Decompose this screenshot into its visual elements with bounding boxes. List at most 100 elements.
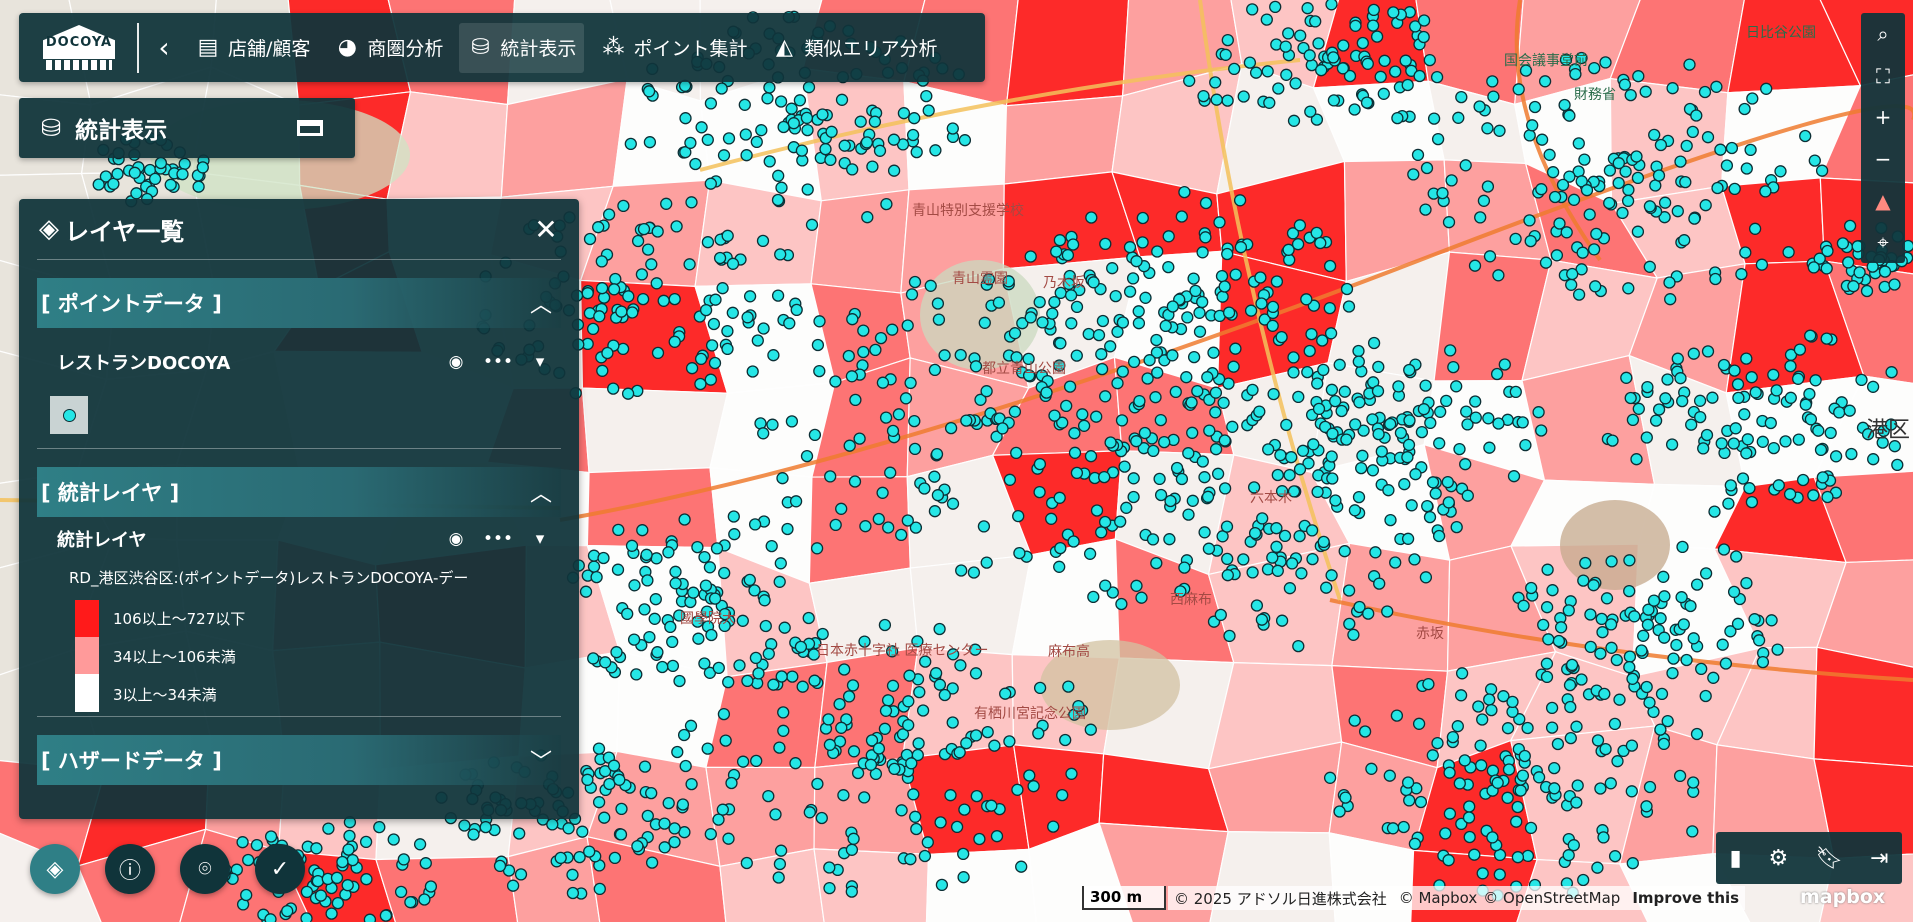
restaurant-point[interactable] [1300,293,1313,306]
restaurant-point[interactable] [1690,727,1704,741]
restaurant-point[interactable] [322,822,335,835]
restaurant-point[interactable] [800,449,814,463]
zoom-in-icon[interactable]: + [1861,96,1905,138]
restaurant-point[interactable] [1311,377,1324,390]
restaurant-point[interactable] [342,843,355,856]
restaurant-point[interactable] [1356,36,1369,50]
restaurant-point[interactable] [359,835,373,849]
restaurant-point[interactable] [607,759,621,772]
restaurant-point[interactable] [1327,94,1341,107]
restaurant-point[interactable] [1588,61,1601,75]
restaurant-point[interactable] [566,868,579,881]
restaurant-point[interactable] [1003,473,1017,486]
restaurant-point[interactable] [749,651,763,665]
restaurant-point[interactable] [1666,666,1679,680]
restaurant-point[interactable] [1674,155,1687,168]
restaurant-point[interactable] [1090,410,1103,423]
restaurant-point[interactable] [1453,777,1466,790]
restaurant-point[interactable] [1045,512,1058,525]
restaurant-point[interactable] [796,680,809,693]
restaurant-point[interactable] [1676,394,1689,408]
restaurant-point[interactable] [1392,380,1405,393]
restaurant-point[interactable] [593,310,606,323]
restaurant-point[interactable] [718,566,731,580]
restaurant-point[interactable] [1373,577,1386,590]
restaurant-point[interactable] [1084,723,1097,736]
restaurant-point[interactable] [343,829,356,843]
restaurant-point[interactable] [1693,394,1707,407]
restaurant-point[interactable] [1649,179,1662,192]
restaurant-point[interactable] [1510,815,1523,828]
restaurant-point[interactable] [331,896,345,910]
restaurant-point[interactable] [1015,860,1028,873]
restaurant-point[interactable] [607,382,620,395]
restaurant-point[interactable] [810,542,824,555]
restaurant-point[interactable] [772,169,785,182]
restaurant-point[interactable] [264,830,278,843]
restaurant-point[interactable] [1353,396,1366,409]
restaurant-point[interactable] [1671,352,1684,365]
restaurant-point[interactable] [1209,76,1222,89]
restaurant-point[interactable] [1158,435,1171,449]
restaurant-point[interactable] [887,133,901,146]
restaurant-point[interactable] [910,145,923,159]
restaurant-point[interactable] [783,317,796,330]
restaurant-point[interactable] [1699,689,1712,703]
restaurant-point[interactable] [1068,427,1081,440]
restaurant-point[interactable] [1237,90,1250,103]
restaurant-point[interactable] [1519,438,1532,452]
restaurant-point[interactable] [1674,372,1687,385]
restaurant-point[interactable] [721,324,734,338]
restaurant-point[interactable] [1641,618,1655,631]
restaurant-point[interactable] [612,523,625,537]
restaurant-point[interactable] [1550,249,1564,262]
restaurant-point[interactable] [1809,374,1822,387]
nav-stats-display[interactable]: ⛁ 統計表示 [459,22,585,73]
restaurant-point[interactable] [1127,490,1140,504]
restaurant-point[interactable] [1752,634,1766,647]
restaurant-point[interactable] [910,822,923,836]
restaurant-point[interactable] [1178,561,1191,574]
restaurant-point[interactable] [754,417,767,430]
restaurant-point[interactable] [1338,545,1351,558]
restaurant-point[interactable] [908,275,922,289]
restaurant-point[interactable] [1782,246,1795,259]
restaurant-point[interactable] [1622,282,1635,295]
restaurant-point[interactable] [773,575,786,588]
restaurant-point[interactable] [1436,186,1449,200]
restaurant-point[interactable] [1453,442,1466,456]
restaurant-point[interactable] [1524,821,1538,835]
restaurant-point[interactable] [1255,297,1268,310]
restaurant-point[interactable] [613,773,626,786]
restaurant-point[interactable] [752,667,765,680]
restaurant-point[interactable] [624,137,637,151]
restaurant-point[interactable] [1036,316,1049,329]
restaurant-point[interactable] [671,745,684,759]
restaurant-point[interactable] [935,878,949,892]
restaurant-point[interactable] [1146,533,1160,546]
restaurant-point[interactable] [771,193,785,207]
restaurant-point[interactable] [1521,721,1534,735]
restaurant-point[interactable] [1339,791,1352,804]
restaurant-point[interactable] [851,766,865,780]
restaurant-point[interactable] [1323,771,1337,784]
restaurant-point[interactable] [1054,337,1067,350]
restaurant-point[interactable] [772,871,785,884]
restaurant-point[interactable] [1591,861,1604,874]
restaurant-point[interactable] [628,579,641,592]
restaurant-point[interactable] [743,290,757,303]
restaurant-point[interactable] [1066,238,1080,251]
restaurant-point[interactable] [1099,579,1112,592]
restaurant-point[interactable] [1325,0,1338,11]
restaurant-point[interactable] [1715,437,1728,450]
restaurant-point[interactable] [638,603,651,616]
restaurant-point[interactable] [1616,206,1629,220]
restaurant-point[interactable] [1215,269,1229,283]
restaurant-point[interactable] [1048,295,1061,309]
restaurant-point[interactable] [1358,725,1372,738]
restaurant-point[interactable] [1283,253,1296,267]
restaurant-point[interactable] [755,124,768,137]
restaurant-point[interactable] [679,112,692,125]
restaurant-point[interactable] [1694,410,1707,424]
restaurant-point[interactable] [967,566,981,579]
